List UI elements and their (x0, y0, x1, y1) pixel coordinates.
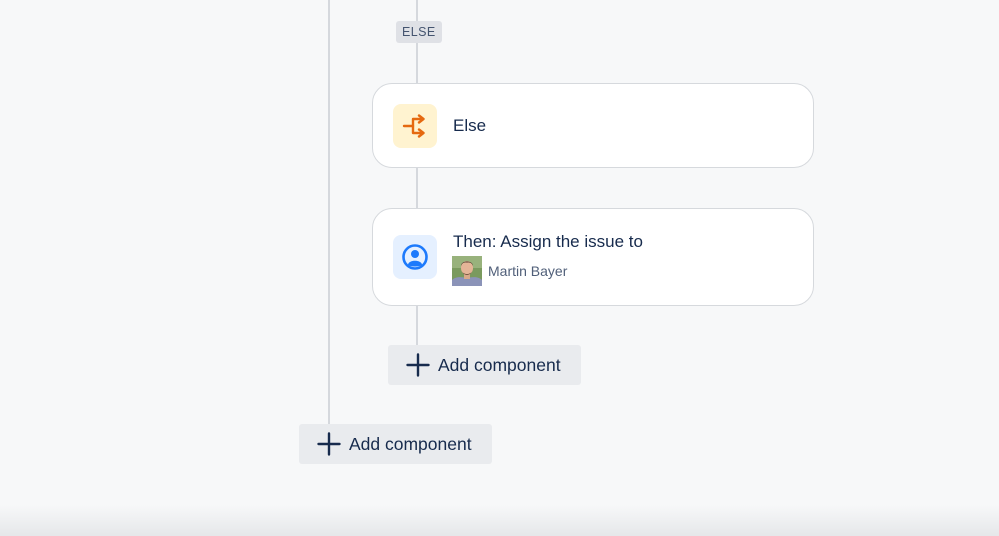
user-circle-icon (393, 235, 437, 279)
else-connector-line-top (416, 0, 418, 22)
assign-action-title: Then: Assign the issue to (453, 232, 643, 251)
else-card-title: Else (453, 116, 487, 135)
outer-branch-connector-line (328, 0, 330, 425)
else-connector-line-b (416, 167, 418, 209)
else-connector-line-c (416, 305, 418, 346)
add-component-label: Add component (438, 354, 561, 375)
add-component-button-inner[interactable]: Add component (388, 345, 581, 385)
assignee-name: Martin Bayer (488, 263, 568, 279)
branch-condition-icon (393, 104, 437, 148)
footer-shadow (0, 505, 999, 536)
plus-icon (317, 432, 341, 456)
else-condition-card[interactable]: Else (372, 83, 814, 168)
add-component-button-outer[interactable]: Add component (299, 424, 492, 464)
plus-icon (406, 353, 430, 377)
assignee: Martin Bayer (452, 256, 567, 286)
assign-issue-action-card[interactable]: Then: Assign the issue to Martin Bayer (372, 208, 814, 306)
else-connector-line-a (416, 43, 418, 84)
add-component-label: Add component (349, 433, 472, 454)
user-avatar (452, 256, 482, 286)
automation-rule-canvas: ELSE Else Then: Assign the issue to Mart… (0, 0, 999, 536)
else-branch-badge: ELSE (396, 21, 442, 43)
